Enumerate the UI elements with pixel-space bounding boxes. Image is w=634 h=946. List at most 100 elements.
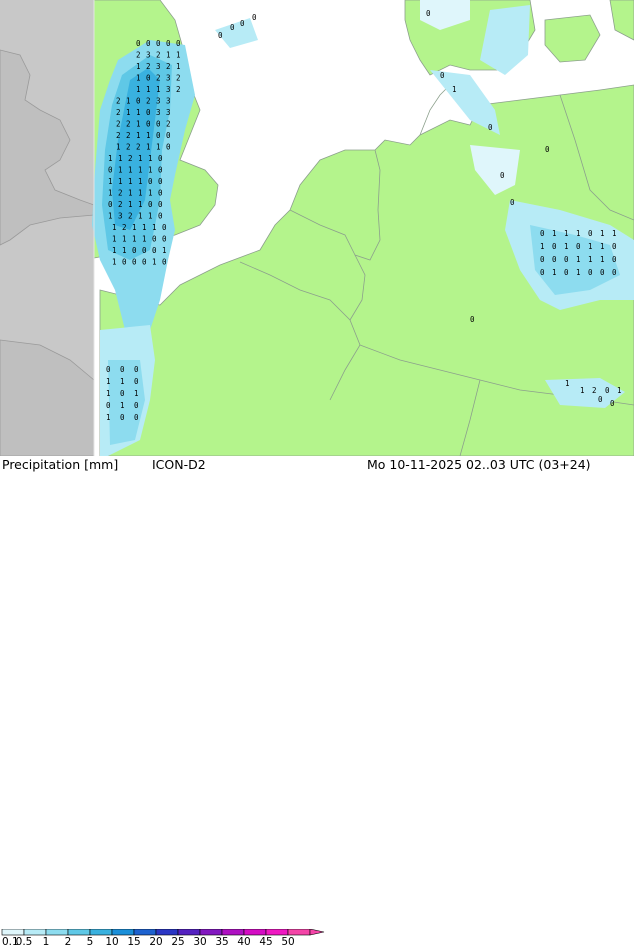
- precip-value: 1: [118, 154, 123, 163]
- precip-value: 1: [108, 154, 113, 163]
- precip-value: 0: [488, 123, 493, 132]
- legend-label: 20: [149, 936, 162, 946]
- precip-value: 1: [128, 166, 133, 175]
- precip-value: 1: [138, 166, 143, 175]
- legend-swatch: [155, 929, 179, 936]
- precip-value: 2: [116, 131, 121, 140]
- precip-value: 1: [134, 389, 139, 398]
- precip-value: 0: [142, 258, 147, 267]
- precip-value: 1: [138, 212, 143, 221]
- precip-value: 1: [136, 131, 141, 140]
- precip-value: 0: [158, 189, 163, 198]
- precip-value: 1: [112, 223, 117, 232]
- legend-swatch: [89, 929, 113, 936]
- legend-arrow: [309, 929, 325, 936]
- precip-value: 3: [166, 74, 171, 83]
- precip-value: 0: [500, 171, 505, 180]
- map-title: Precipitation [mm]: [2, 457, 119, 472]
- precip-value: 1: [176, 62, 181, 71]
- precip-value: 1: [118, 166, 123, 175]
- precip-value: 1: [576, 229, 581, 238]
- legend-label: 5: [87, 936, 94, 946]
- precip-value: 0: [120, 365, 125, 374]
- precip-value: 0: [132, 246, 137, 255]
- precip-value: 1: [540, 242, 545, 251]
- precip-value: 1: [452, 85, 457, 94]
- precip-value: 0: [600, 268, 605, 277]
- precip-value: 0: [136, 39, 141, 48]
- precip-value: 1: [112, 258, 117, 267]
- precip-value: 1: [148, 189, 153, 198]
- precip-value: 3: [156, 97, 161, 106]
- precipitation-map[interactable]: 0000023211123211023211132210233211033221…: [0, 0, 634, 456]
- legend-swatch: [23, 929, 47, 936]
- precip-value: 1: [176, 51, 181, 60]
- precip-value: 3: [146, 51, 151, 60]
- precip-legend: 0.10.5 1 2 5 10 15 20 25 30 35 40 45 50: [1, 929, 325, 946]
- precip-value: 0: [166, 39, 171, 48]
- precip-value: 1: [116, 143, 121, 152]
- precip-value: 3: [166, 108, 171, 117]
- precip-value: 2: [176, 74, 181, 83]
- precip-value: 2: [128, 212, 133, 221]
- precip-value: 1: [588, 242, 593, 251]
- map-footer: Precipitation [mm] ICON-D2 Mo 10-11-2025…: [0, 456, 634, 946]
- precip-value: 1: [146, 85, 151, 94]
- precip-value: 3: [166, 85, 171, 94]
- precip-value: 1: [612, 229, 617, 238]
- precip-value: 0: [176, 39, 181, 48]
- legend-label: 15: [127, 936, 140, 946]
- precip-value: 1: [152, 258, 157, 267]
- legend-label: 35: [215, 936, 228, 946]
- precip-value: 0: [108, 200, 113, 209]
- precip-value: 1: [600, 229, 605, 238]
- precip-value: 0: [166, 143, 171, 152]
- precip-value: 0: [440, 71, 445, 80]
- precip-value: 2: [126, 131, 131, 140]
- legend-label: 30: [193, 936, 206, 946]
- precip-value: 1: [148, 212, 153, 221]
- precip-value: 0: [146, 120, 151, 129]
- precip-value: 0: [612, 242, 617, 251]
- precip-value: 0: [552, 242, 557, 251]
- precip-value: 0: [158, 212, 163, 221]
- legend-label: 40: [237, 936, 250, 946]
- precip-value: 1: [564, 242, 569, 251]
- precip-value: 0: [106, 365, 111, 374]
- precip-value: 1: [565, 379, 570, 388]
- precip-value: 0: [120, 389, 125, 398]
- precip-value: 1: [138, 177, 143, 186]
- precip-value: 0: [540, 268, 545, 277]
- precip-value: 3: [166, 97, 171, 106]
- precip-value: 3: [118, 212, 123, 221]
- precip-value: 0: [576, 242, 581, 251]
- precip-value: 0: [152, 235, 157, 244]
- precip-value: 2: [126, 120, 131, 129]
- precip-value: 0: [158, 166, 163, 175]
- precip-value: 0: [612, 268, 617, 277]
- legend-swatch: [177, 929, 201, 936]
- precip-value: 1: [126, 97, 131, 106]
- precip-value: 1: [617, 386, 622, 395]
- precip-value: 1: [136, 108, 141, 117]
- precip-value: 1: [142, 223, 147, 232]
- legend-swatch: [221, 929, 245, 936]
- precip-value: 1: [588, 255, 593, 264]
- precip-value: 0: [120, 413, 125, 422]
- legend-swatch: [287, 929, 311, 936]
- precip-value: 3: [156, 62, 161, 71]
- precip-value: 1: [106, 389, 111, 398]
- precip-value: 1: [552, 229, 557, 238]
- precip-value: 0: [108, 166, 113, 175]
- precip-value: 0: [134, 401, 139, 410]
- precip-value: 1: [122, 235, 127, 244]
- precip-value: 0: [142, 246, 147, 255]
- precip-value: 0: [158, 154, 163, 163]
- precip-value: 2: [136, 51, 141, 60]
- precip-value: 0: [240, 19, 245, 28]
- precip-value: 1: [138, 200, 143, 209]
- legend-swatch: [243, 929, 267, 936]
- precip-value: 1: [148, 166, 153, 175]
- precip-value: 0: [146, 108, 151, 117]
- precip-value: 0: [152, 246, 157, 255]
